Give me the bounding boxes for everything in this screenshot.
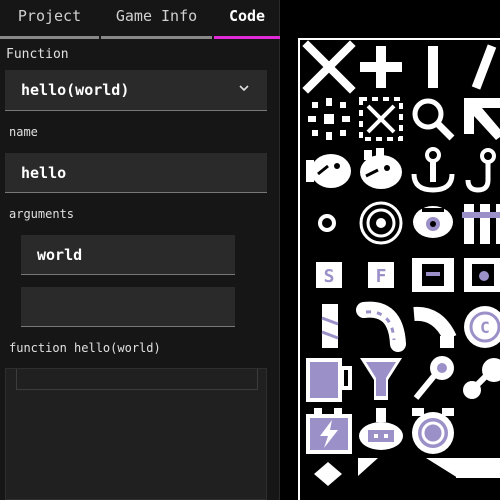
- hook-sprite[interactable]: [460, 146, 500, 196]
- bar-sprite[interactable]: [408, 42, 458, 92]
- code-editor[interactable]: [5, 368, 267, 500]
- code-editor-line[interactable]: [16, 369, 258, 390]
- burst-sprite[interactable]: [304, 94, 354, 144]
- crosshair-sprite[interactable]: [356, 94, 406, 144]
- flag-sprite[interactable]: [356, 458, 406, 498]
- battery-sprite[interactable]: [304, 406, 354, 456]
- eye-sprite[interactable]: [408, 198, 458, 248]
- svg-text:S: S: [324, 266, 335, 287]
- bar-block-sprite[interactable]: [456, 458, 500, 498]
- goblet-sprite[interactable]: [356, 354, 406, 404]
- anchor-sprite[interactable]: [408, 146, 458, 196]
- robot-sprite[interactable]: [356, 406, 406, 456]
- function-select-value: hello(world): [21, 81, 130, 99]
- tile-f-sprite[interactable]: F: [356, 250, 406, 300]
- fish-sprite[interactable]: [304, 146, 354, 196]
- fish-sprite-2[interactable]: [356, 146, 406, 196]
- svg-text:C: C: [480, 318, 490, 337]
- scroll-sprite[interactable]: [408, 250, 458, 300]
- argument-input-2[interactable]: [21, 287, 235, 327]
- wedge-sprite[interactable]: [408, 458, 458, 498]
- segment-sprite[interactable]: [304, 302, 354, 352]
- scroll-sprite-2[interactable]: [460, 250, 500, 300]
- plus-sprite[interactable]: [356, 42, 406, 92]
- tab-project[interactable]: Project: [0, 0, 99, 39]
- code-signature: function hello(world): [9, 341, 161, 355]
- sprite-sheet[interactable]: S F C: [298, 38, 500, 500]
- tab-game-info[interactable]: Game Info: [101, 0, 212, 39]
- close-sprite[interactable]: [302, 40, 356, 94]
- tab-code[interactable]: Code: [214, 0, 280, 39]
- lollipop-sprite[interactable]: [408, 354, 458, 404]
- arrow-sprite[interactable]: [460, 94, 500, 144]
- function-select[interactable]: hello(world): [5, 70, 267, 111]
- tube-sprite[interactable]: [408, 302, 458, 352]
- pillars-sprite[interactable]: [460, 198, 500, 248]
- coin-sprite[interactable]: C: [460, 302, 500, 352]
- target-sprite[interactable]: [356, 198, 406, 248]
- dot-sprite[interactable]: [304, 198, 354, 248]
- bean-sprite[interactable]: [356, 301, 406, 352]
- magnifier-sprite[interactable]: [408, 94, 458, 144]
- tile-s-sprite[interactable]: S: [304, 250, 354, 300]
- diamond-sprite[interactable]: [304, 458, 354, 498]
- name-input[interactable]: hello: [5, 153, 267, 193]
- name-label: name: [9, 125, 38, 139]
- arguments-label: arguments: [9, 207, 75, 221]
- code-panel: Project Game Info Code Function hello(wo…: [0, 0, 280, 500]
- spoon-sprite[interactable]: [460, 354, 500, 404]
- slash-sprite[interactable]: [460, 42, 500, 92]
- mug-sprite[interactable]: [304, 354, 354, 404]
- alarm-clock-sprite[interactable]: [408, 406, 458, 456]
- argument-input-1[interactable]: world: [21, 235, 235, 275]
- svg-text:F: F: [376, 266, 387, 287]
- chevron-down-icon: [239, 85, 249, 92]
- tab-bar: Project Game Info Code: [0, 0, 280, 40]
- function-label: Function: [6, 47, 69, 62]
